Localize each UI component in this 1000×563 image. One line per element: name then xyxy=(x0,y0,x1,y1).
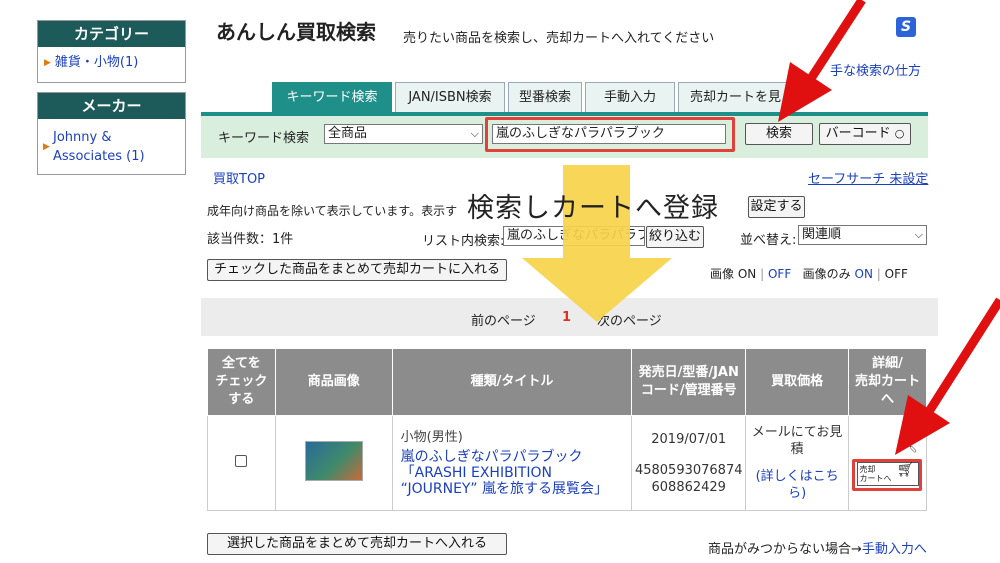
image-only-on-link[interactable]: ON xyxy=(855,267,873,281)
cart-highlight xyxy=(852,459,922,491)
bulk-add-selected-button[interactable]: 選択した商品をまとめて売却カートへ入れる xyxy=(207,533,507,555)
bullet-triangle-icon: ▶ xyxy=(44,58,51,68)
overlay-caption: 検索しカートへ登録 xyxy=(467,193,719,224)
tab-jan-isbn[interactable]: JAN/ISBN検索 xyxy=(395,82,505,112)
current-page: 1 xyxy=(562,310,572,325)
bullet-triangle-icon: ▶ xyxy=(43,142,50,152)
row-checkbox[interactable] xyxy=(235,455,248,467)
page-subtitle: 売りたい商品を検索し、売却カートへ入れてください xyxy=(403,31,715,46)
chevron-down-icon: ⌵ xyxy=(470,127,479,140)
next-page: 次のページ xyxy=(597,314,662,329)
price-text: メールにてお見積 xyxy=(751,425,843,457)
detail-magnifier-icon[interactable]: 🔍︎ xyxy=(900,438,918,454)
maker-item[interactable]: Johnny & Associates (1) xyxy=(53,128,181,166)
chevron-down-icon: ⌵ xyxy=(914,228,923,241)
narrow-button[interactable]: 絞り込む xyxy=(646,226,704,248)
tab-cart[interactable]: 売却カートを見 xyxy=(678,82,793,112)
maker-title: メーカー xyxy=(38,93,185,119)
prev-page: 前のページ xyxy=(471,314,536,329)
buyback-top-link[interactable]: 買取TOP xyxy=(213,168,265,187)
category-item[interactable]: 雑貨・小物(1) xyxy=(55,55,138,70)
tab-keyword[interactable]: キーワード検索 xyxy=(272,82,392,112)
safe-search-link[interactable]: セーフサーチ 未設定 xyxy=(808,168,928,187)
keyword-highlight xyxy=(485,117,735,152)
product-type: 小物(男性) xyxy=(400,429,463,445)
image-off-link[interactable]: OFF xyxy=(768,267,791,281)
price-header: 買取価格 xyxy=(745,348,849,416)
category-box: カテゴリー ▶ 雑貨・小物(1) xyxy=(37,20,186,83)
not-found-text: 商品がみつからない場合→手動入力へ xyxy=(708,542,927,557)
table-row: 小物(男性) 嵐のふしぎなパラパラブック 「ARASHI EXHIBITION “J… xyxy=(207,415,927,511)
check-all-header[interactable]: 全てを チェック する xyxy=(207,348,276,416)
maker-box: メーカー ▶ Johnny & Associates (1) xyxy=(37,92,186,175)
image-on[interactable]: ON xyxy=(738,267,756,281)
sort-label: 並べ替え: xyxy=(740,233,797,248)
s-logo-icon[interactable]: S xyxy=(896,17,916,37)
how-to-search-link[interactable]: 手な検索の仕方 xyxy=(830,60,921,79)
adult-notice: 成年向け商品を除いて表示しています。表示す xyxy=(207,204,458,218)
barcode-button[interactable]: バーコード ○ xyxy=(819,123,911,145)
date-header: 発売日/型番/JAN コード/管理番号 xyxy=(631,348,747,416)
keyword-search-label: キーワード検索 xyxy=(218,131,310,146)
price-detail-link[interactable]: (詳しくはこち ら) xyxy=(746,468,848,502)
image-header: 商品画像 xyxy=(274,348,393,416)
manual-input-link[interactable]: 手動入力へ xyxy=(862,542,927,557)
release-date: 2019/07/01 xyxy=(651,431,727,447)
tab-model[interactable]: 型番検索 xyxy=(508,82,582,112)
page-title: あんしん買取検索 xyxy=(216,20,376,44)
image-toggle: 画像 ON | OFF 画像のみ ON | OFF xyxy=(710,267,908,281)
image-only-off[interactable]: OFF xyxy=(885,267,908,281)
setting-button[interactable]: 設定する xyxy=(748,196,805,218)
category-title: カテゴリー xyxy=(38,21,185,47)
result-count: 該当件数：1件 xyxy=(207,232,294,247)
sort-select[interactable]: 関連順 ⌵ xyxy=(798,225,927,245)
results-table: 全てを チェック する 商品画像 種類/タイトル 発売日/型番/JAN コード/管理番… xyxy=(207,348,927,511)
search-button[interactable]: 検索 xyxy=(745,123,813,145)
in-list-search-input[interactable]: 嵐のふしぎなパラパラブ xyxy=(503,226,645,246)
product-title-link[interactable]: 嵐のふしぎなパラパラブック 「ARASHI EXHIBITION “JOURNEY”… xyxy=(401,449,632,497)
category-select[interactable]: 全商品 ⌵ xyxy=(324,124,483,144)
jan-code: 4580593076874 608862429 xyxy=(634,462,743,495)
magnifier-icon: ○ xyxy=(894,127,905,140)
detail-header: 詳細/売却カートへ xyxy=(848,348,927,416)
product-thumbnail[interactable] xyxy=(304,441,363,481)
in-list-search-label: リスト内検索: xyxy=(422,234,505,249)
title-header: 種類/タイトル xyxy=(391,348,633,416)
bulk-add-checked-button[interactable]: チェックした商品をまとめて売却カートに入れる xyxy=(207,259,507,281)
tab-manual[interactable]: 手動入力 xyxy=(585,82,675,112)
